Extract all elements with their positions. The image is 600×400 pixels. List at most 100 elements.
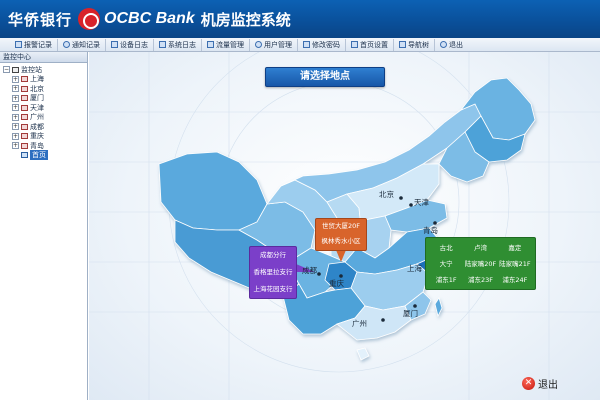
city-label-chongqing[interactable]: 重庆: [329, 278, 344, 289]
sidebar: 监控中心 − 监控站 + 上海 + 北京 + 厦门 + 天津 + 广州 + 成都…: [0, 52, 88, 400]
branch-shanghai-garden[interactable]: 上海花园支行: [250, 281, 296, 298]
tree-item-label: 广州: [30, 113, 44, 122]
toolbar-device-log-button[interactable]: 设备日志: [106, 38, 154, 51]
site-world-trade-20f[interactable]: 世贸大厦20F: [316, 219, 366, 234]
close-icon: ✕: [522, 377, 535, 390]
site-icon: [21, 95, 28, 102]
toolbar-password-button[interactable]: 修改密码: [298, 38, 346, 51]
users-icon: [255, 41, 262, 48]
city-label-tianjin[interactable]: 天津: [414, 197, 429, 208]
site-lujiazui-20f[interactable]: 陆家嘴20F: [463, 256, 497, 272]
site-jiading[interactable]: 嘉定: [498, 240, 532, 256]
expand-icon[interactable]: +: [12, 104, 19, 112]
site-icon: [21, 85, 28, 92]
device-log-icon: [111, 41, 118, 48]
toolbar-traffic-button[interactable]: 流量管理: [202, 38, 250, 51]
toolbar-label: 通知记录: [72, 40, 100, 49]
site-fenglin-xiushui[interactable]: 枫林秀水小区: [316, 234, 366, 249]
toolbar-label: 修改密码: [312, 40, 340, 49]
expand-icon[interactable]: +: [12, 142, 19, 150]
toolbar-notice-log-button[interactable]: 通知记录: [58, 38, 106, 51]
tree-item-xiamen[interactable]: + 厦门: [3, 94, 87, 104]
site-pudong-24f[interactable]: 浦东24F: [498, 272, 532, 288]
brand-english-name: OCBC Bank: [104, 10, 195, 27]
tree-item-guangzhou[interactable]: + 广州: [3, 113, 87, 123]
city-marker-tianjin[interactable]: [409, 203, 413, 207]
tree-item-shanghai[interactable]: + 上海: [3, 75, 87, 85]
toolbar-label: 报警记录: [24, 40, 52, 49]
notice-log-icon: [63, 41, 70, 48]
tree-item-qingdao[interactable]: + 青岛: [3, 141, 87, 151]
expand-icon[interactable]: +: [12, 113, 19, 121]
password-icon: [303, 41, 310, 48]
tree-item-label: 首页: [30, 150, 48, 161]
branch-shangri-la[interactable]: 香格里拉支行: [250, 264, 296, 281]
city-marker-chengdu[interactable]: [317, 272, 321, 276]
exit-icon: [440, 41, 447, 48]
site-pudong-1f[interactable]: 浦东1F: [429, 272, 463, 288]
tree-root-label: 监控站: [21, 65, 42, 74]
city-label-xiamen[interactable]: 厦门: [403, 308, 418, 319]
toolbar: 报警记录 通知记录 设备日志 系统日志 流量管理 用户管理 修改密码 首页设置 …: [0, 38, 600, 52]
sidebar-title: 监控中心: [0, 52, 87, 63]
tree-item-label: 青岛: [30, 141, 44, 150]
site-icon: [21, 104, 28, 111]
toolbar-home-settings-button[interactable]: 首页设置: [346, 38, 394, 51]
region-hainan[interactable]: [356, 347, 370, 361]
toolbar-users-button[interactable]: 用户管理: [250, 38, 298, 51]
toolbar-label: 设备日志: [120, 40, 148, 49]
toolbar-alarm-log-button[interactable]: 报警记录: [10, 38, 58, 51]
city-label-beijing[interactable]: 北京: [379, 189, 394, 200]
tree-item-beijing[interactable]: + 北京: [3, 84, 87, 94]
tree-item-label: 厦门: [30, 94, 44, 103]
tree-item-label: 天津: [30, 103, 44, 112]
system-log-icon: [159, 41, 166, 48]
toolbar-label: 导航树: [408, 40, 429, 49]
shanghai-site-popup: 古北 卢湾 嘉定 大宁 陆家嘴20F 陆家嘴21F 浦东1F 浦东23F 浦东2…: [425, 237, 536, 290]
expand-icon[interactable]: +: [12, 85, 19, 93]
tree-item-home[interactable]: 首页: [3, 150, 87, 161]
toolbar-label: 首页设置: [360, 40, 388, 49]
branch-chengdu[interactable]: 成都分行: [250, 247, 296, 264]
tree-item-chengdu[interactable]: + 成都: [3, 122, 87, 132]
expand-icon[interactable]: +: [12, 75, 19, 83]
brand-chinese-name: 华侨银行: [8, 10, 73, 29]
city-label-guangzhou[interactable]: 广州: [352, 318, 367, 329]
site-pudong-23f[interactable]: 浦东23F: [463, 272, 497, 288]
city-marker-guangzhou[interactable]: [381, 318, 385, 322]
toolbar-label: 流量管理: [216, 40, 244, 49]
traffic-icon: [207, 41, 214, 48]
collapse-icon[interactable]: −: [3, 66, 10, 74]
site-icon: [21, 123, 28, 130]
exit-button[interactable]: ✕ 退出: [522, 376, 558, 391]
tree-item-label: 成都: [30, 122, 44, 131]
site-icon: [21, 114, 28, 121]
expand-icon[interactable]: +: [12, 123, 19, 131]
city-label-shanghai[interactable]: 上海: [407, 263, 422, 274]
city-label-qingdao[interactable]: 青岛: [423, 225, 438, 236]
home-settings-icon: [351, 41, 358, 48]
chongqing-site-popup: 世贸大厦20F 枫林秀水小区: [315, 218, 367, 251]
toolbar-exit-button[interactable]: 退出: [435, 39, 468, 51]
toolbar-nav-tree-button[interactable]: 导航树: [394, 38, 435, 51]
site-luwan[interactable]: 卢湾: [463, 240, 497, 256]
app-header: 华侨银行 OCBC Bank 机房监控系统: [0, 0, 600, 38]
tree-root[interactable]: − 监控站: [3, 65, 87, 75]
expand-icon[interactable]: +: [12, 132, 19, 140]
tree-item-tianjin[interactable]: + 天津: [3, 103, 87, 113]
tree-item-chongqing[interactable]: + 重庆: [3, 132, 87, 142]
city-label-chengdu[interactable]: 成都: [302, 265, 317, 276]
site-lujiazui-21f[interactable]: 陆家嘴21F: [498, 256, 532, 272]
site-daning[interactable]: 大宁: [429, 256, 463, 272]
expand-icon[interactable]: +: [12, 94, 19, 102]
tree-item-label: 上海: [30, 75, 44, 84]
region-xinjiang[interactable]: [158, 151, 268, 231]
city-marker-beijing[interactable]: [399, 196, 403, 200]
tree-item-label: 重庆: [30, 132, 44, 141]
ocbc-logo-icon: [78, 8, 101, 30]
toolbar-system-log-button[interactable]: 系统日志: [154, 38, 202, 51]
site-icon: [21, 133, 28, 140]
region-taiwan[interactable]: [434, 297, 443, 318]
site-gubei[interactable]: 古北: [429, 240, 463, 256]
alarm-log-icon: [15, 41, 22, 48]
